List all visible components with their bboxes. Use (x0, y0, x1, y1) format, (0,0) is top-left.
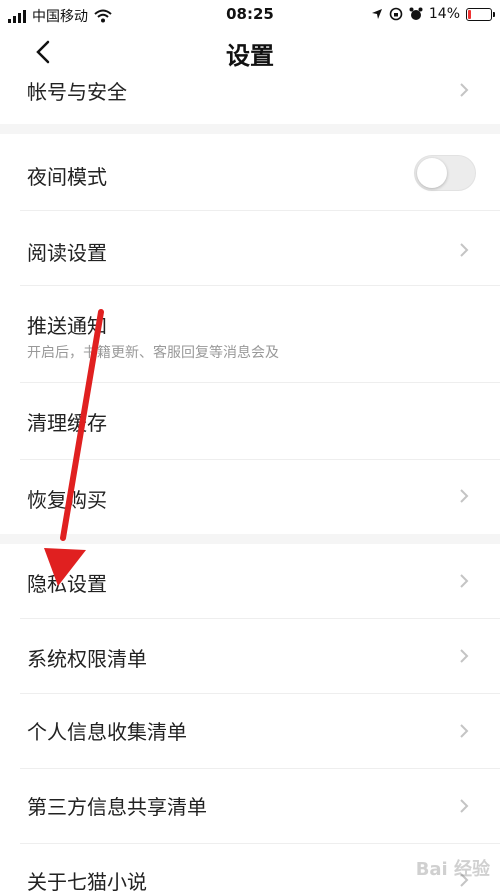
battery-icon (466, 7, 495, 21)
battery-percent: 14% (428, 6, 460, 22)
status-bar: 中国移动 08:25 14% (0, 0, 500, 30)
settings-item-label: 恢复购买 (27, 488, 107, 512)
chevron-right-icon (460, 574, 469, 588)
alarm-icon (409, 7, 423, 20)
settings-item-label: 帐号与安全 (27, 80, 127, 104)
settings-item-restore[interactable]: 恢复购买 (0, 460, 500, 534)
nav-bar: 设置 (0, 30, 500, 74)
section-gap (0, 534, 500, 544)
settings-item-permissions[interactable]: 系统权限清单 (0, 619, 500, 693)
settings-item-account[interactable]: 帐号与安全 (0, 74, 500, 124)
settings-item-personal-info[interactable]: 个人信息收集清单 (0, 694, 500, 768)
settings-item-label: 第三方信息共享清单 (27, 795, 207, 819)
settings-item-label: 关于七猫小说 (27, 870, 147, 894)
settings-item-label: 阅读设置 (27, 241, 107, 265)
settings-item-third-party[interactable]: 第三方信息共享清单 (0, 769, 500, 843)
rotation-lock-icon (389, 7, 403, 21)
chevron-right-icon (460, 83, 469, 97)
watermark: Bai 经验 (415, 859, 490, 880)
settings-item-description: 开启后，书籍更新、客服回复等消息会及 (27, 345, 279, 361)
night-mode-toggle[interactable] (414, 155, 476, 191)
settings-item-label: 推送通知 (27, 314, 107, 338)
chevron-right-icon (460, 724, 469, 738)
settings-item-clear-cache[interactable]: 清理缓存 (0, 383, 500, 459)
section-gap (0, 124, 500, 134)
chevron-right-icon (460, 799, 469, 813)
settings-item-label: 夜间模式 (27, 165, 107, 189)
chevron-right-icon (460, 649, 469, 663)
settings-item-label: 个人信息收集清单 (27, 720, 187, 744)
settings-item-privacy[interactable]: 隐私设置 (0, 544, 500, 618)
settings-item-label: 清理缓存 (27, 411, 107, 435)
chevron-right-icon (460, 489, 469, 503)
chevron-right-icon (460, 243, 469, 257)
page-title: 设置 (226, 42, 274, 70)
settings-item-label: 隐私设置 (27, 572, 107, 596)
settings-item-reading[interactable]: 阅读设置 (0, 211, 500, 285)
settings-item-night-mode: 夜间模式 (0, 134, 500, 210)
settings-item-label: 系统权限清单 (27, 647, 147, 671)
settings-item-push[interactable]: 推送通知 开启后，书籍更新、客服回复等消息会及 (0, 286, 500, 382)
location-icon (371, 9, 382, 19)
